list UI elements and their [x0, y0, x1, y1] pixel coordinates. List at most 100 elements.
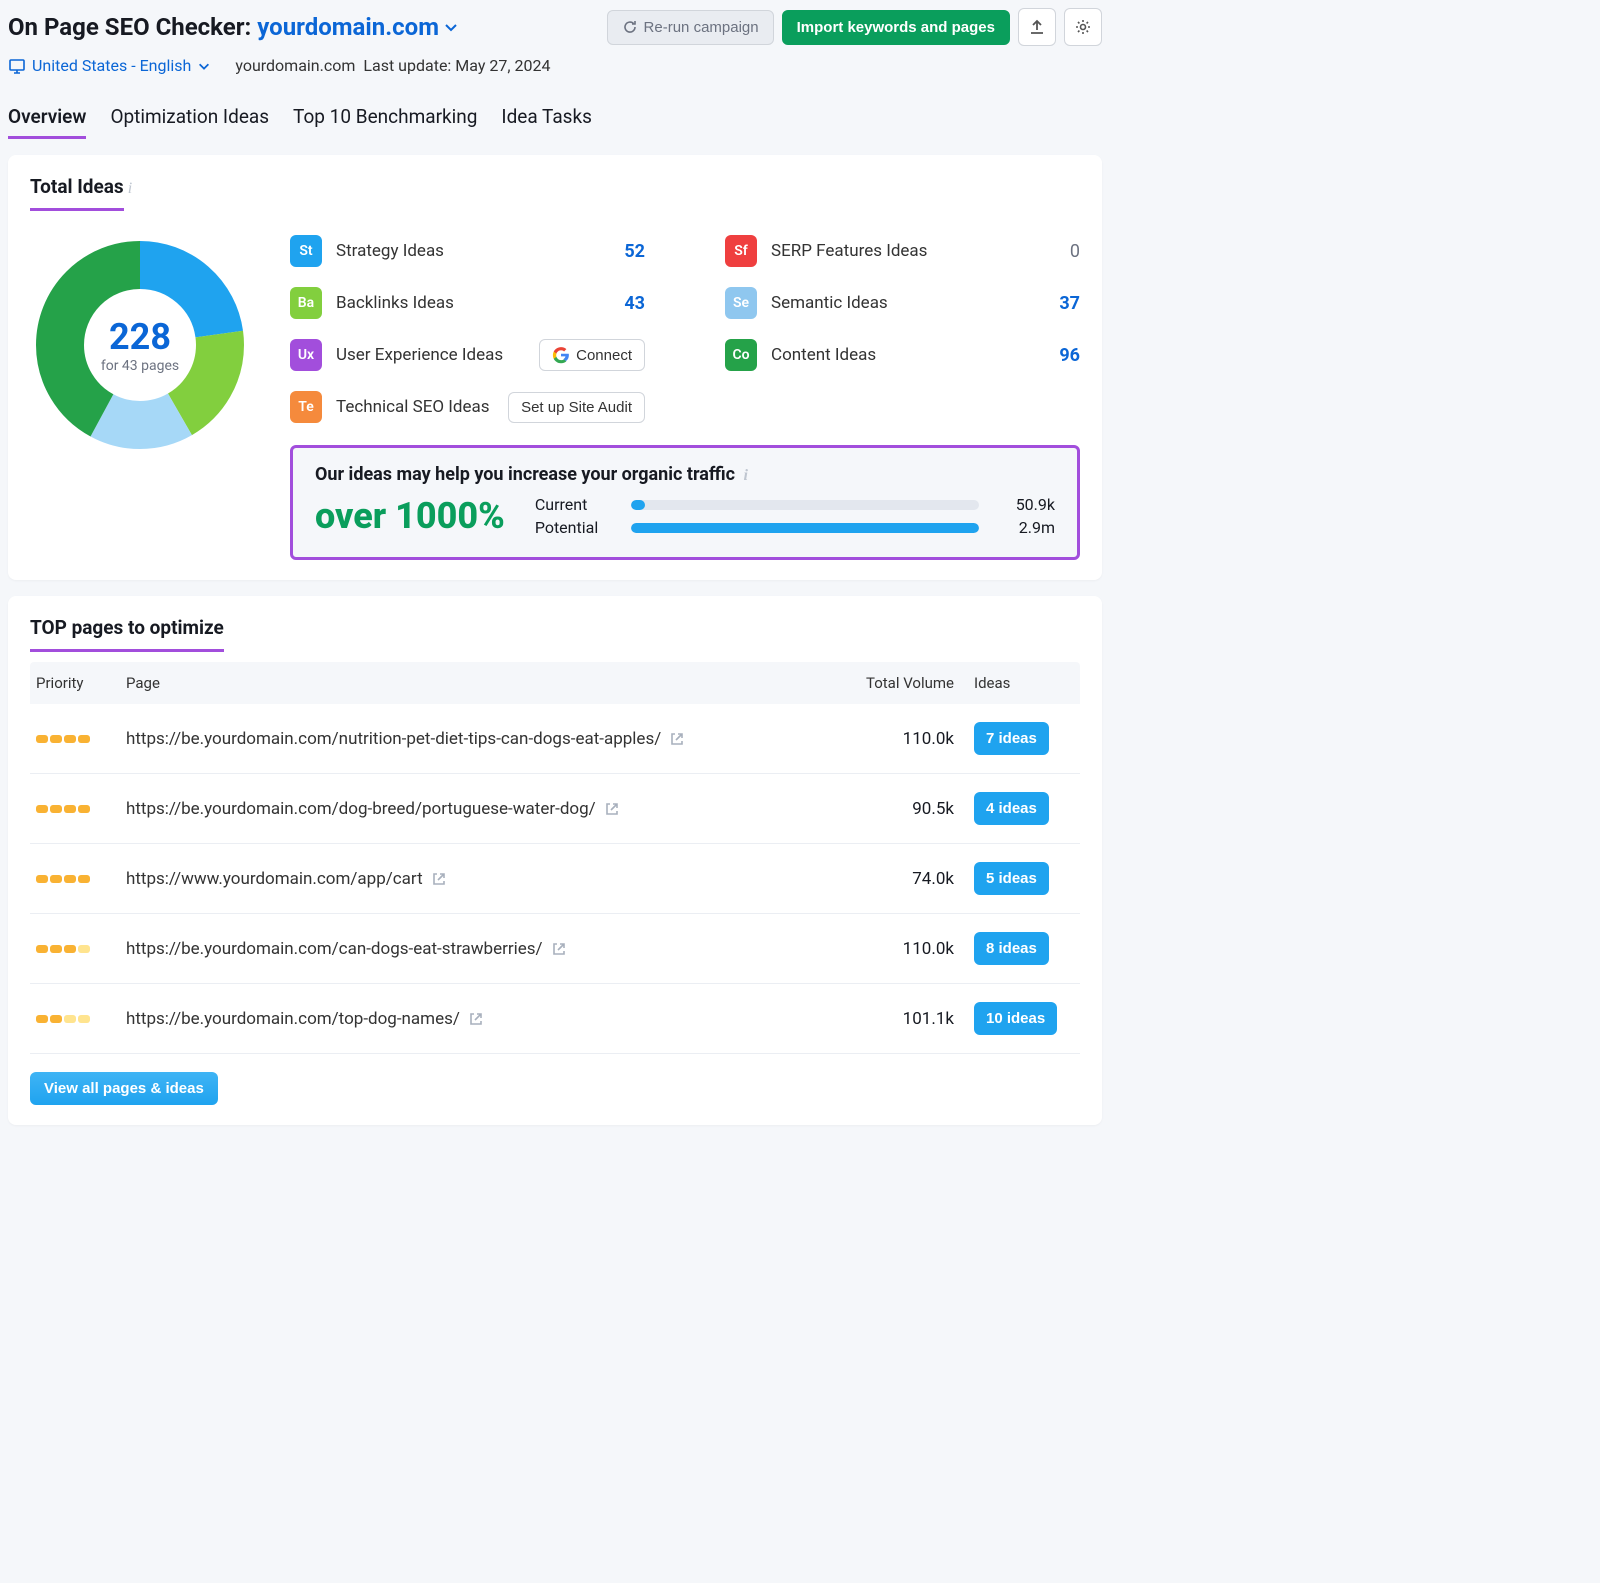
priority-cell: [36, 805, 126, 813]
external-link-icon: [468, 1011, 484, 1027]
stat-semantic: Se Semantic Ideas 37: [725, 287, 1080, 319]
tabs: Overview Optimization Ideas Top 10 Bench…: [8, 97, 1102, 139]
ideas-button[interactable]: 8 ideas: [974, 932, 1049, 965]
tab-optimization[interactable]: Optimization Ideas: [110, 97, 269, 139]
priority-cell: [36, 1015, 126, 1023]
priority-bars: [36, 735, 126, 743]
gear-icon: [1074, 18, 1092, 36]
info-icon[interactable]: i: [743, 467, 747, 484]
stat-label: User Experience Ideas: [336, 345, 525, 365]
stat-label: SERP Features Ideas: [771, 241, 1036, 261]
page-cell[interactable]: https://www.yourdomain.com/app/cart: [126, 869, 824, 889]
page-title: On Page SEO Checker: yourdomain.com: [8, 13, 459, 41]
stat-label: Backlinks Ideas: [336, 293, 601, 313]
domain-dropdown[interactable]: yourdomain.com: [257, 13, 459, 41]
badge-content: Co: [725, 339, 757, 371]
donut-sub: for 43 pages: [101, 358, 179, 374]
traffic-title: Our ideas may help you increase your org…: [315, 464, 1055, 485]
page-cell[interactable]: https://be.yourdomain.com/dog-breed/port…: [126, 799, 824, 819]
priority-cell: [36, 945, 126, 953]
priority-cell: [36, 875, 126, 883]
ideas-button[interactable]: 4 ideas: [974, 792, 1049, 825]
priority-bars: [36, 945, 126, 953]
tab-idea-tasks[interactable]: Idea Tasks: [501, 97, 592, 139]
stat-technical: Te Technical SEO Ideas Set up Site Audit: [290, 391, 645, 423]
refresh-icon: [622, 19, 638, 35]
external-link-icon: [431, 871, 447, 887]
traffic-current-row: Current 50.9k: [535, 495, 1055, 514]
chevron-down-icon: [443, 19, 459, 35]
traffic-potential-row: Potential 2.9m: [535, 518, 1055, 537]
stat-value: 37: [1050, 293, 1080, 314]
badge-backlinks: Ba: [290, 287, 322, 319]
chevron-down-icon: [197, 59, 211, 73]
top-pages-heading: TOP pages to optimize: [30, 616, 224, 652]
external-link-icon: [604, 801, 620, 817]
total-ideas-heading: Total Ideas: [30, 175, 124, 211]
export-button[interactable]: [1018, 8, 1056, 46]
last-update: Last update: May 27, 2024: [363, 56, 550, 75]
monitor-icon: [8, 57, 26, 75]
import-button[interactable]: Import keywords and pages: [782, 10, 1010, 45]
traffic-box: Our ideas may help you increase your org…: [290, 445, 1080, 560]
table-row: https://be.yourdomain.com/top-dog-names/…: [30, 984, 1080, 1054]
volume-cell: 101.1k: [824, 1009, 954, 1029]
stat-label: Technical SEO Ideas: [336, 397, 494, 417]
view-all-button[interactable]: View all pages & ideas: [30, 1072, 218, 1105]
ideas-button[interactable]: 10 ideas: [974, 1002, 1057, 1035]
page-cell[interactable]: https://be.yourdomain.com/top-dog-names/: [126, 1009, 824, 1029]
external-link-icon: [669, 731, 685, 747]
title-prefix: On Page SEO Checker:: [8, 13, 257, 41]
volume-cell: 110.0k: [824, 729, 954, 749]
stat-label: Content Ideas: [771, 345, 1036, 365]
stat-content: Co Content Ideas 96: [725, 339, 1080, 371]
stat-label: Semantic Ideas: [771, 293, 1036, 313]
external-link-icon: [551, 941, 567, 957]
priority-bars: [36, 1015, 126, 1023]
stat-label: Strategy Ideas: [336, 241, 601, 261]
badge-strategy: St: [290, 235, 322, 267]
donut-count: 228: [101, 316, 179, 358]
info-icon[interactable]: i: [128, 180, 132, 197]
priority-bars: [36, 875, 126, 883]
stat-value: 52: [615, 241, 645, 262]
stat-backlinks: Ba Backlinks Ideas 43: [290, 287, 645, 319]
ideas-button[interactable]: 5 ideas: [974, 862, 1049, 895]
meta-domain: yourdomain.com: [235, 56, 355, 75]
top-pages-card: TOP pages to optimize Priority Page Tota…: [8, 596, 1102, 1125]
badge-semantic: Se: [725, 287, 757, 319]
stat-value: 96: [1050, 345, 1080, 366]
badge-ux: Ux: [290, 339, 322, 371]
volume-cell: 90.5k: [824, 799, 954, 819]
page-cell[interactable]: https://be.yourdomain.com/can-dogs-eat-s…: [126, 939, 824, 959]
table-row: https://be.yourdomain.com/can-dogs-eat-s…: [30, 914, 1080, 984]
table-row: https://www.yourdomain.com/app/cart74.0k…: [30, 844, 1080, 914]
stat-ux: Ux User Experience Ideas Connect: [290, 339, 645, 371]
ideas-donut: 228 for 43 pages: [30, 235, 250, 455]
priority-bars: [36, 805, 126, 813]
badge-technical: Te: [290, 391, 322, 423]
table-row: https://be.yourdomain.com/nutrition-pet-…: [30, 704, 1080, 774]
stat-serp: Sf SERP Features Ideas 0: [725, 235, 1080, 267]
volume-cell: 110.0k: [824, 939, 954, 959]
stat-strategy: St Strategy Ideas 52: [290, 235, 645, 267]
upload-icon: [1028, 18, 1046, 36]
tab-benchmarking[interactable]: Top 10 Benchmarking: [293, 97, 477, 139]
table-header: Priority Page Total Volume Ideas: [30, 662, 1080, 704]
stat-value: 43: [615, 293, 645, 314]
volume-cell: 74.0k: [824, 869, 954, 889]
ideas-button[interactable]: 7 ideas: [974, 722, 1049, 755]
traffic-pct: over 1000%: [315, 495, 505, 537]
priority-cell: [36, 735, 126, 743]
connect-button[interactable]: Connect: [539, 339, 645, 371]
rerun-button[interactable]: Re-run campaign: [607, 10, 774, 45]
tab-overview[interactable]: Overview: [8, 97, 86, 139]
page-cell[interactable]: https://be.yourdomain.com/nutrition-pet-…: [126, 729, 824, 749]
badge-serp: Sf: [725, 235, 757, 267]
total-ideas-card: Total Ideasi 228 for 43 pages StStrategy…: [8, 155, 1102, 580]
setup-site-audit-button[interactable]: Set up Site Audit: [508, 392, 645, 423]
settings-button[interactable]: [1064, 8, 1102, 46]
table-row: https://be.yourdomain.com/dog-breed/port…: [30, 774, 1080, 844]
locale-selector[interactable]: United States - English: [8, 56, 211, 75]
stat-value: 0: [1050, 241, 1080, 262]
